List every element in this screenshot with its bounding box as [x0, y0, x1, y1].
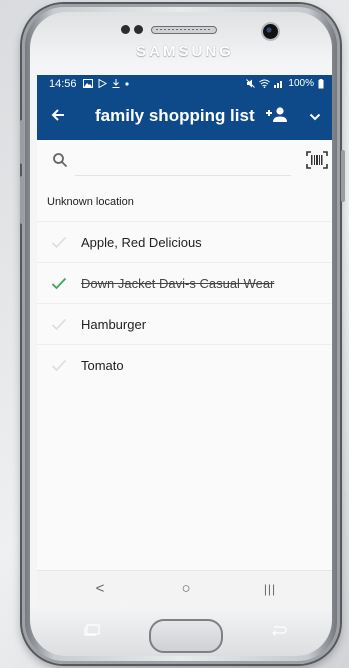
volume-button — [20, 120, 24, 164]
wifi-icon — [259, 79, 271, 88]
nav-recents-button[interactable]: ||| — [260, 581, 280, 597]
item-label: Apple, Red Delicious — [81, 235, 202, 250]
front-camera — [263, 24, 278, 39]
gallery-icon — [82, 79, 93, 88]
battery-percent: 100% — [288, 78, 314, 89]
list-title[interactable]: family shopping list — [95, 106, 255, 126]
list-item[interactable]: Apple, Red Delicious — [37, 221, 332, 262]
item-label: Down Jacket Davi-s Casual Wear — [81, 276, 275, 291]
check-icon[interactable] — [51, 277, 67, 290]
check-icon[interactable] — [51, 318, 67, 331]
nav-home-button[interactable]: ○ — [176, 581, 196, 597]
back-hardkey-icon[interactable] — [270, 624, 288, 636]
share-list-button[interactable] — [266, 106, 288, 124]
light-sensor — [134, 25, 143, 34]
notification-icons — [82, 79, 129, 88]
navigation-bar: < ○ ||| — [37, 570, 332, 607]
barcode-icon — [306, 151, 328, 169]
proximity-sensor — [121, 25, 130, 34]
item-label: Hamburger — [81, 317, 147, 332]
search-bar — [37, 140, 332, 184]
power-button — [341, 150, 345, 202]
battery-icon — [318, 78, 324, 88]
system-icons: 100% — [246, 78, 324, 89]
screen: 14:56 100% family shopping list Unknown … — [37, 75, 332, 607]
check-icon[interactable] — [51, 236, 67, 249]
earpiece-speaker — [151, 26, 217, 34]
list-item-checked[interactable]: Down Jacket Davi-s Casual Wear — [37, 262, 332, 303]
play-store-icon — [98, 79, 107, 88]
search-icon — [52, 152, 68, 168]
list-item[interactable]: Hamburger — [37, 303, 332, 344]
recents-hardkey-icon[interactable] — [83, 624, 101, 636]
nav-back-button[interactable]: < — [90, 581, 110, 597]
signal-icon — [274, 81, 283, 88]
bixby-button — [20, 176, 24, 224]
app-bar: family shopping list — [37, 92, 332, 140]
list-item[interactable]: Tomato — [37, 344, 332, 385]
arrow-left-icon — [51, 109, 64, 121]
dot-icon — [124, 81, 129, 86]
status-bar: 14:56 100% — [37, 75, 332, 92]
home-hardkey[interactable] — [149, 619, 223, 653]
shopping-list: Apple, Red Delicious Down Jacket Davi-s … — [37, 221, 332, 385]
item-label: Tomato — [81, 358, 124, 373]
mute-icon — [246, 79, 256, 88]
add-person-icon — [266, 107, 287, 122]
brand-logo: SAMSUNG — [136, 43, 234, 60]
status-time: 14:56 — [49, 77, 77, 90]
barcode-scan-button[interactable] — [306, 151, 328, 169]
check-icon[interactable] — [51, 359, 67, 372]
back-button[interactable] — [37, 92, 79, 140]
section-header: Unknown location — [47, 196, 134, 208]
download-icon — [112, 79, 120, 88]
list-menu-button[interactable] — [309, 110, 321, 122]
chevron-down-icon — [309, 113, 321, 121]
search-input[interactable] — [75, 148, 291, 176]
